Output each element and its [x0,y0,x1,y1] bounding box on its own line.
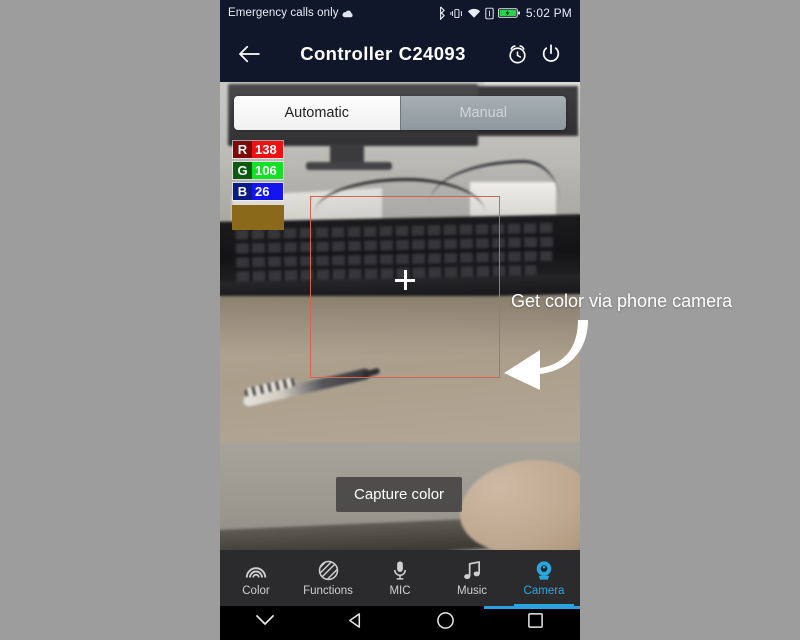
striped-circle-icon [318,560,339,582]
rgb-readout: R 138 G 106 B 26 [232,140,284,230]
music-note-icon [463,560,482,582]
bottom-navigation: Color Functions MIC Music Camera [220,550,580,606]
cloud-icon [341,8,354,19]
android-back-button[interactable] [310,612,400,634]
mode-manual-button[interactable]: Manual [399,96,566,130]
nav-item-music[interactable]: Music [436,550,508,606]
microphone-icon [392,560,408,582]
rgb-green-value: 106 [252,162,283,179]
nav-label-camera: Camera [523,584,565,597]
status-bar: Emergency calls only 5:02 PM [220,0,580,26]
carrier-area: Emergency calls only [228,7,354,19]
back-triangle-icon [347,612,364,634]
alarm-clock-icon[interactable] [500,37,534,71]
nav-label-functions: Functions [303,584,353,597]
battery-charging-icon [497,7,520,19]
device-name-label: C24093 [398,43,466,64]
page-title-label: Controller [300,43,393,64]
recents-square-icon [527,612,544,634]
back-arrow-icon[interactable] [232,37,266,71]
app-bar: Controller C24093 [220,26,580,82]
rainbow-icon [244,560,268,582]
power-icon[interactable] [534,37,568,71]
nav-label-music: Music [456,584,488,597]
android-recents-button[interactable] [490,612,580,634]
nav-label-color: Color [242,584,270,597]
chevron-down-icon [255,614,275,632]
color-swatch [232,205,284,230]
nav-item-color[interactable]: Color [220,550,292,606]
bluetooth-icon [437,6,446,20]
curved-arrow-left-icon [500,316,600,391]
wifi-icon [467,8,481,19]
capture-color-button[interactable]: Capture color [336,477,463,512]
crosshair-icon [395,270,415,290]
status-icons: 5:02 PM [437,6,572,20]
rgb-blue-channel-label: B [233,183,252,200]
rgb-red-channel-label: R [233,141,252,158]
mode-automatic-button[interactable]: Automatic [234,96,400,130]
page-title: Controller C24093 [266,43,500,65]
hide-keyboard-button[interactable] [220,614,310,632]
rgb-row-red: R 138 [232,140,284,159]
nav-item-mic[interactable]: MIC [364,550,436,606]
android-home-button[interactable] [400,611,490,635]
rgb-row-blue: B 26 [232,182,284,201]
clock-label: 5:02 PM [525,6,572,20]
rgb-row-green: G 106 [232,161,284,180]
nav-item-camera[interactable]: Camera [508,550,580,606]
rgb-red-value: 138 [252,141,283,158]
android-system-bar [220,606,580,640]
nav-item-functions[interactable]: Functions [292,550,364,606]
sysbar-accent-line [484,606,580,609]
sim-card-icon [485,7,494,20]
vibrate-icon [450,7,463,20]
annotation-label: Get color via phone camera [511,291,733,311]
rgb-blue-value: 26 [252,183,283,200]
carrier-label: Emergency calls only [228,7,339,19]
nav-label-mic: MIC [389,584,411,597]
rgb-green-channel-label: G [233,162,252,179]
webcam-icon [533,560,555,582]
mode-toggle[interactable]: Automatic Manual [234,96,566,130]
home-circle-icon [436,611,455,635]
